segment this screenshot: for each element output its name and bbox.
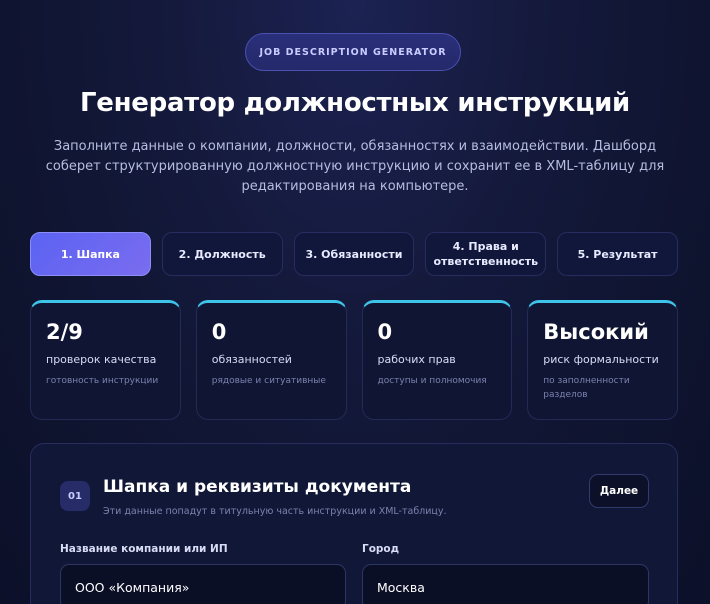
tab-header[interactable]: 1. Шапка bbox=[30, 232, 151, 276]
stat-hint: готовность инструкции bbox=[46, 376, 159, 386]
city-input[interactable] bbox=[362, 564, 649, 604]
stat-card-rights: 0 рабочих прав доступы и полномочия bbox=[361, 300, 513, 420]
stats-row: 2/9 проверок качества готовность инструк… bbox=[30, 300, 678, 420]
tab-result[interactable]: 5. Результат bbox=[557, 232, 678, 276]
tab-duties[interactable]: 3. Обязанности bbox=[293, 232, 415, 276]
page-subtitle: Заполните данные о компании, должности, … bbox=[45, 139, 665, 194]
stat-label: проверок качества bbox=[46, 353, 157, 366]
stat-label: рабочих прав bbox=[377, 353, 456, 366]
page-title: Генератор должностных инструкций bbox=[80, 88, 630, 118]
stat-value: 0 bbox=[211, 320, 227, 344]
stat-label: риск формальности bbox=[543, 353, 659, 366]
tab-position[interactable]: 2. Должность bbox=[161, 232, 283, 276]
next-button[interactable]: Далее bbox=[589, 474, 649, 508]
stat-card-risk: Высокий риск формальности по заполненнос… bbox=[527, 300, 678, 420]
section-subtitle: Эти данные попадут в титульную часть инс… bbox=[103, 506, 447, 517]
company-name-label: Название компании или ИП bbox=[60, 543, 228, 555]
stat-value: 2/9 bbox=[46, 320, 83, 344]
company-name-input[interactable] bbox=[60, 564, 346, 604]
stat-label: обязанностей bbox=[211, 353, 292, 366]
header-section-panel: 01 Шапка и реквизиты документа Эти данны… bbox=[30, 443, 678, 604]
section-title: Шапка и реквизиты документа bbox=[103, 477, 412, 497]
stat-card-quality: 2/9 проверок качества готовность инструк… bbox=[30, 300, 181, 420]
stat-hint: рядовые и ситуативные bbox=[211, 376, 326, 386]
stat-value: 0 bbox=[377, 320, 393, 344]
city-label: Город bbox=[362, 543, 400, 555]
stat-hint: по заполненности разделов bbox=[543, 376, 630, 400]
app-badge: JOB DESCRIPTION GENERATOR bbox=[245, 33, 461, 71]
stat-value: Высокий bbox=[543, 320, 649, 344]
stat-hint: доступы и полномочия bbox=[377, 376, 487, 386]
step-number-badge: 01 bbox=[60, 481, 90, 511]
tab-rights-responsibility[interactable]: 4. Права и ответственность bbox=[425, 232, 547, 276]
stat-card-duties: 0 обязанностей рядовые и ситуативные bbox=[195, 300, 347, 420]
step-tabs: 1. Шапка 2. Должность 3. Обязанности 4. … bbox=[30, 232, 678, 276]
